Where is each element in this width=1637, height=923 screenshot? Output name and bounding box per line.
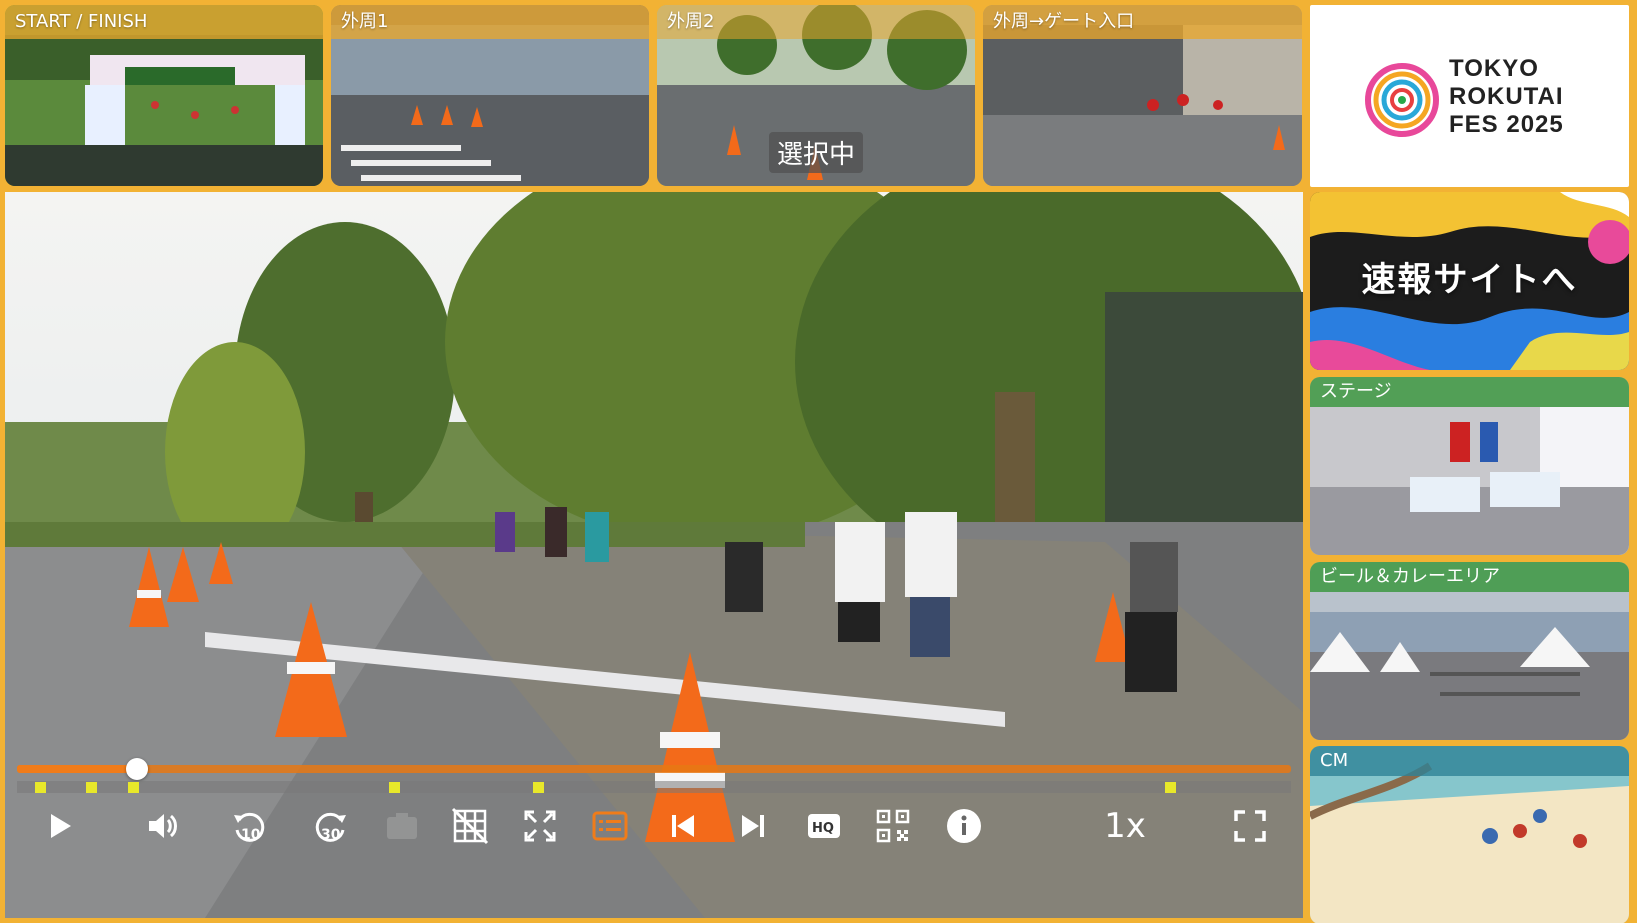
- hq-icon: HQ: [808, 814, 840, 838]
- results-site-link[interactable]: 速報サイトへ: [1310, 192, 1629, 370]
- skip-next-button[interactable]: [731, 804, 775, 848]
- thumb-label: ビール＆カレーエリア: [1310, 562, 1629, 592]
- camera-thumb-start-finish[interactable]: START / FINISH: [5, 5, 323, 186]
- fullscreen-icon: [1234, 810, 1266, 842]
- thumb-label: 外周1: [331, 5, 649, 39]
- camera-thumb-outer-1[interactable]: 外周1: [331, 5, 649, 186]
- thumb-label: 外周→ゲート入口: [983, 5, 1302, 39]
- svg-text:10: 10: [241, 827, 261, 843]
- logo-line-1: TOKYO: [1449, 55, 1539, 82]
- zoom-out-icon: [524, 810, 556, 842]
- chapters-button[interactable]: [588, 804, 632, 848]
- camera-thumb-outer-2[interactable]: 外周2 選択中: [657, 5, 975, 186]
- qr-code-icon: [876, 809, 910, 843]
- skip-next-icon: [742, 815, 764, 837]
- zoom-out-button[interactable]: [518, 804, 562, 848]
- info-button[interactable]: [942, 804, 986, 848]
- camera-thumb-stage[interactable]: ステージ: [1310, 377, 1629, 555]
- hq-button[interactable]: HQ: [802, 804, 846, 848]
- skip-previous-icon: [672, 815, 694, 837]
- festival-logo-text: TOKYO ROKUTAI FES 2025: [1449, 55, 1564, 139]
- forward-30-icon: 30: [315, 812, 346, 843]
- thumb-label: ステージ: [1310, 377, 1629, 407]
- progress-handle[interactable]: [125, 758, 148, 780]
- camera-button[interactable]: [380, 804, 424, 848]
- play-button[interactable]: [37, 804, 81, 848]
- volume-icon: [149, 814, 177, 838]
- volume-button[interactable]: [141, 804, 185, 848]
- svg-text:30: 30: [321, 827, 341, 843]
- thumb-label: START / FINISH: [5, 5, 323, 39]
- main-video-player[interactable]: 10 30 HQ 1x: [5, 192, 1303, 918]
- camera-thumb-outer-to-gate[interactable]: 外周→ゲート入口: [983, 5, 1302, 186]
- festival-logo-panel: TOKYO ROKUTAI FES 2025: [1310, 5, 1629, 187]
- qr-code-button[interactable]: [871, 804, 915, 848]
- rewind-10-icon: 10: [234, 812, 265, 843]
- playback-speed-label: 1x: [1104, 806, 1146, 846]
- logo-line-2: ROKUTAI: [1449, 83, 1564, 110]
- skip-previous-button[interactable]: [661, 804, 705, 848]
- selected-badge: 選択中: [768, 132, 864, 173]
- info-icon: [947, 809, 981, 843]
- progress-bar[interactable]: [17, 758, 1291, 780]
- rewind-10-button[interactable]: 10: [227, 804, 271, 848]
- camera-thumb-beer-curry-area[interactable]: ビール＆カレーエリア: [1310, 562, 1629, 740]
- grid-off-button[interactable]: [448, 804, 492, 848]
- thumb-label: 外周2: [657, 5, 975, 39]
- player-controls: 10 30 HQ 1x: [5, 792, 1303, 852]
- thumb-label: CM: [1310, 746, 1629, 776]
- fullscreen-button[interactable]: [1228, 804, 1272, 848]
- chapters-icon: [592, 811, 628, 841]
- grid-off-icon: [451, 807, 489, 845]
- svg-text:HQ: HQ: [812, 821, 834, 836]
- promo-label: 速報サイトへ: [1361, 260, 1578, 300]
- logo-line-3: FES 2025: [1449, 111, 1564, 138]
- camera-thumb-cm[interactable]: CM: [1310, 746, 1629, 923]
- playback-speed-button[interactable]: 1x: [1095, 804, 1155, 848]
- camera-icon: [387, 813, 417, 839]
- forward-30-button[interactable]: 30: [309, 804, 353, 848]
- progress-fill: [17, 765, 137, 773]
- play-icon: [51, 814, 71, 838]
- festival-logo-mark-icon: [1365, 63, 1439, 137]
